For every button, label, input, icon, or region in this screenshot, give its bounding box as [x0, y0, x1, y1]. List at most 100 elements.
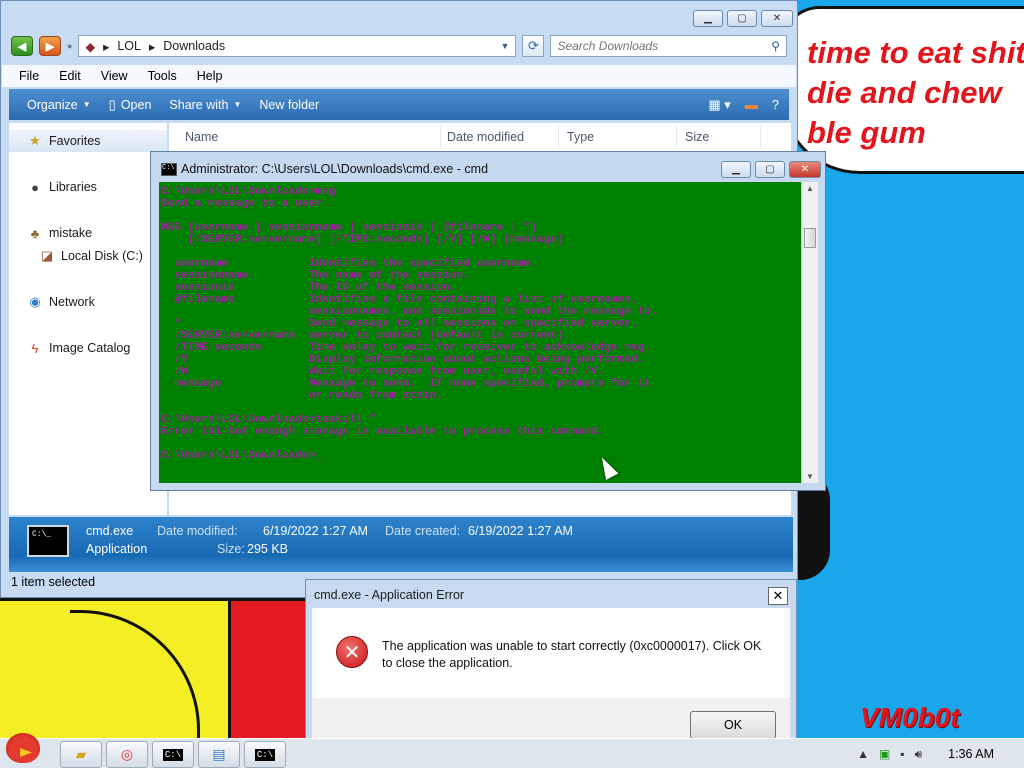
chrome-icon: ◎ [120, 746, 134, 762]
cmd-window-title: Administrator: C:\Users\LOL\Downloads\cm… [181, 162, 489, 176]
column-name[interactable]: Name [177, 126, 441, 148]
error-dialog: cmd.exe - Application Error ✕ ✕ The appl… [305, 579, 797, 757]
chevron-down-icon: ▼ [82, 100, 91, 109]
user-folder-icon: ♣ [30, 225, 40, 241]
taskbar-notepad-button[interactable]: ▤ [198, 741, 240, 768]
console-line: C:\Users\LOL\Downloads>msg [161, 186, 336, 198]
search-input[interactable] [557, 39, 758, 53]
minimize-button[interactable]: ▁ [693, 10, 723, 27]
column-size[interactable]: Size [677, 126, 761, 148]
taskbar-cmd-button-2[interactable]: C:\ [244, 741, 286, 768]
close-button[interactable]: ✕ [761, 10, 793, 27]
folder-icon: ◆ [85, 39, 96, 54]
chevron-down-icon: ▼ [233, 100, 242, 109]
taskbar-explorer-button[interactable]: ▰ [60, 741, 102, 768]
close-button[interactable]: ✕ [789, 161, 821, 178]
recent-pages-dropdown[interactable]: ● [67, 41, 72, 51]
nav-network[interactable]: ◉ Network [27, 294, 95, 310]
menu-tools[interactable]: Tools [148, 69, 177, 83]
forward-button[interactable]: ▶ [39, 36, 61, 56]
view-options-icon[interactable]: ▦ ▾ [708, 97, 730, 113]
new-folder-button[interactable]: New folder [259, 98, 319, 112]
menu-view[interactable]: View [101, 69, 128, 83]
menu-edit[interactable]: Edit [59, 69, 81, 83]
nav-libraries[interactable]: ● Libraries [27, 179, 97, 195]
maximize-button[interactable]: ▢ [727, 10, 757, 27]
dialog-body: ✕ The application was unable to start co… [312, 608, 790, 698]
scroll-down-icon[interactable]: ▼ [806, 472, 814, 481]
scroll-up-icon[interactable]: ▲ [806, 184, 814, 193]
speech-line-1: time to eat shit [807, 35, 1024, 70]
details-size-value: 295 KB [247, 542, 289, 556]
watermark: VM0b0t [860, 702, 960, 733]
dialog-title: cmd.exe - Application Error [314, 588, 465, 602]
menu-help[interactable]: Help [197, 69, 223, 83]
dialog-close-button[interactable]: ✕ [768, 587, 788, 605]
console-line: sessionname The name of the session. [161, 270, 470, 282]
preview-pane-icon[interactable]: ▬ [745, 97, 758, 112]
search-icon[interactable]: ⚲ [771, 39, 780, 53]
address-row: ◀ ▶ ● ◆ ▸ LOL ▸ Downloads ▼ ⟳ ⚲ [11, 34, 787, 58]
details-created-label: Date created: [385, 524, 461, 538]
network-icon: ◉ [29, 294, 41, 309]
open-button[interactable]: ▯ Open [109, 97, 152, 113]
breadcrumb-separator-icon: ▸ [148, 39, 156, 54]
help-icon[interactable]: ? [772, 97, 779, 112]
console-line: Send a message to a user. [161, 198, 329, 210]
clock[interactable]: 1:36 AM [948, 747, 994, 761]
breadcrumb-downloads[interactable]: Downloads [163, 39, 225, 53]
menu-file[interactable]: File [19, 69, 39, 83]
show-hidden-icons-icon[interactable]: ▲ [857, 747, 869, 761]
nav-mistake-label: mistake [49, 226, 93, 240]
address-dropdown-icon[interactable]: ▼ [501, 41, 510, 51]
share-with-button[interactable]: Share with ▼ [169, 98, 241, 112]
taskbar-cmd-button[interactable]: C:\ [152, 741, 194, 768]
drive-icon: ◪ [40, 248, 54, 263]
new-folder-label: New folder [259, 97, 320, 112]
status-bar-text: 1 item selected [11, 575, 96, 589]
column-date-modified[interactable]: Date modified [439, 126, 559, 148]
details-file-type: Application [86, 542, 148, 556]
nav-network-label: Network [49, 295, 95, 309]
scroll-thumb[interactable] [804, 228, 816, 248]
ok-button[interactable]: OK [690, 711, 776, 739]
column-type[interactable]: Type [559, 126, 677, 148]
address-bar[interactable]: ◆ ▸ LOL ▸ Downloads ▼ [78, 35, 517, 57]
nav-favorites-label: Favorites [49, 134, 101, 148]
search-box[interactable]: ⚲ [550, 35, 787, 57]
organize-label: Organize [27, 97, 78, 112]
console-icon: C:\ [161, 163, 177, 176]
speech-line-3: ble gum [807, 115, 926, 150]
organize-button[interactable]: Organize ▼ [27, 98, 91, 112]
application-icon: ▯ [108, 96, 116, 112]
console-line: or reads from stdin. [161, 390, 443, 402]
share-label: Share with [169, 97, 229, 112]
nav-libraries-label: Libraries [49, 180, 97, 194]
nav-image-catalog[interactable]: ϟ Image Catalog [27, 340, 131, 356]
breadcrumb-lol[interactable]: LOL [117, 39, 141, 53]
console-line: @filename Identifies a file containing a… [161, 294, 638, 306]
flag-icon[interactable]: ▪ [900, 747, 904, 761]
start-button[interactable] [0, 731, 46, 768]
console-line: C:\Users\LOL\Downloads>_ [161, 450, 323, 462]
details-pane: C:\_ cmd.exe Application Date modified: … [9, 517, 793, 572]
menu-bar: File Edit View Tools Help [2, 65, 796, 87]
nav-mistake[interactable]: ♣ mistake [27, 225, 92, 241]
network-status-icon[interactable]: ▣ [879, 747, 890, 761]
console-line: sessionnames, and sessionids to send the… [161, 306, 658, 318]
volume-icon[interactable]: 🔊︎ [915, 747, 923, 762]
console-line: MSG {username | sessionname | sessionid … [161, 222, 537, 234]
nav-local-disk[interactable]: ◪ Local Disk (C:) [39, 248, 143, 264]
taskbar-chrome-button[interactable]: ◎ [106, 741, 148, 768]
back-button[interactable]: ◀ [11, 36, 33, 56]
console-scrollbar[interactable]: ▲ ▼ [801, 182, 818, 483]
maximize-button[interactable]: ▢ [755, 161, 785, 178]
nav-favorites[interactable]: ★ Favorites [27, 133, 100, 149]
minimize-button[interactable]: ▁ [721, 161, 751, 178]
speech-line-2: die and chew [807, 75, 1002, 110]
console-output[interactable]: C:\Users\LOL\Downloads>msg Send a message… [159, 182, 801, 483]
console-line: C:\Users\LOL\Downloads>taskill * [161, 414, 376, 426]
refresh-button[interactable]: ⟳ [522, 35, 545, 57]
